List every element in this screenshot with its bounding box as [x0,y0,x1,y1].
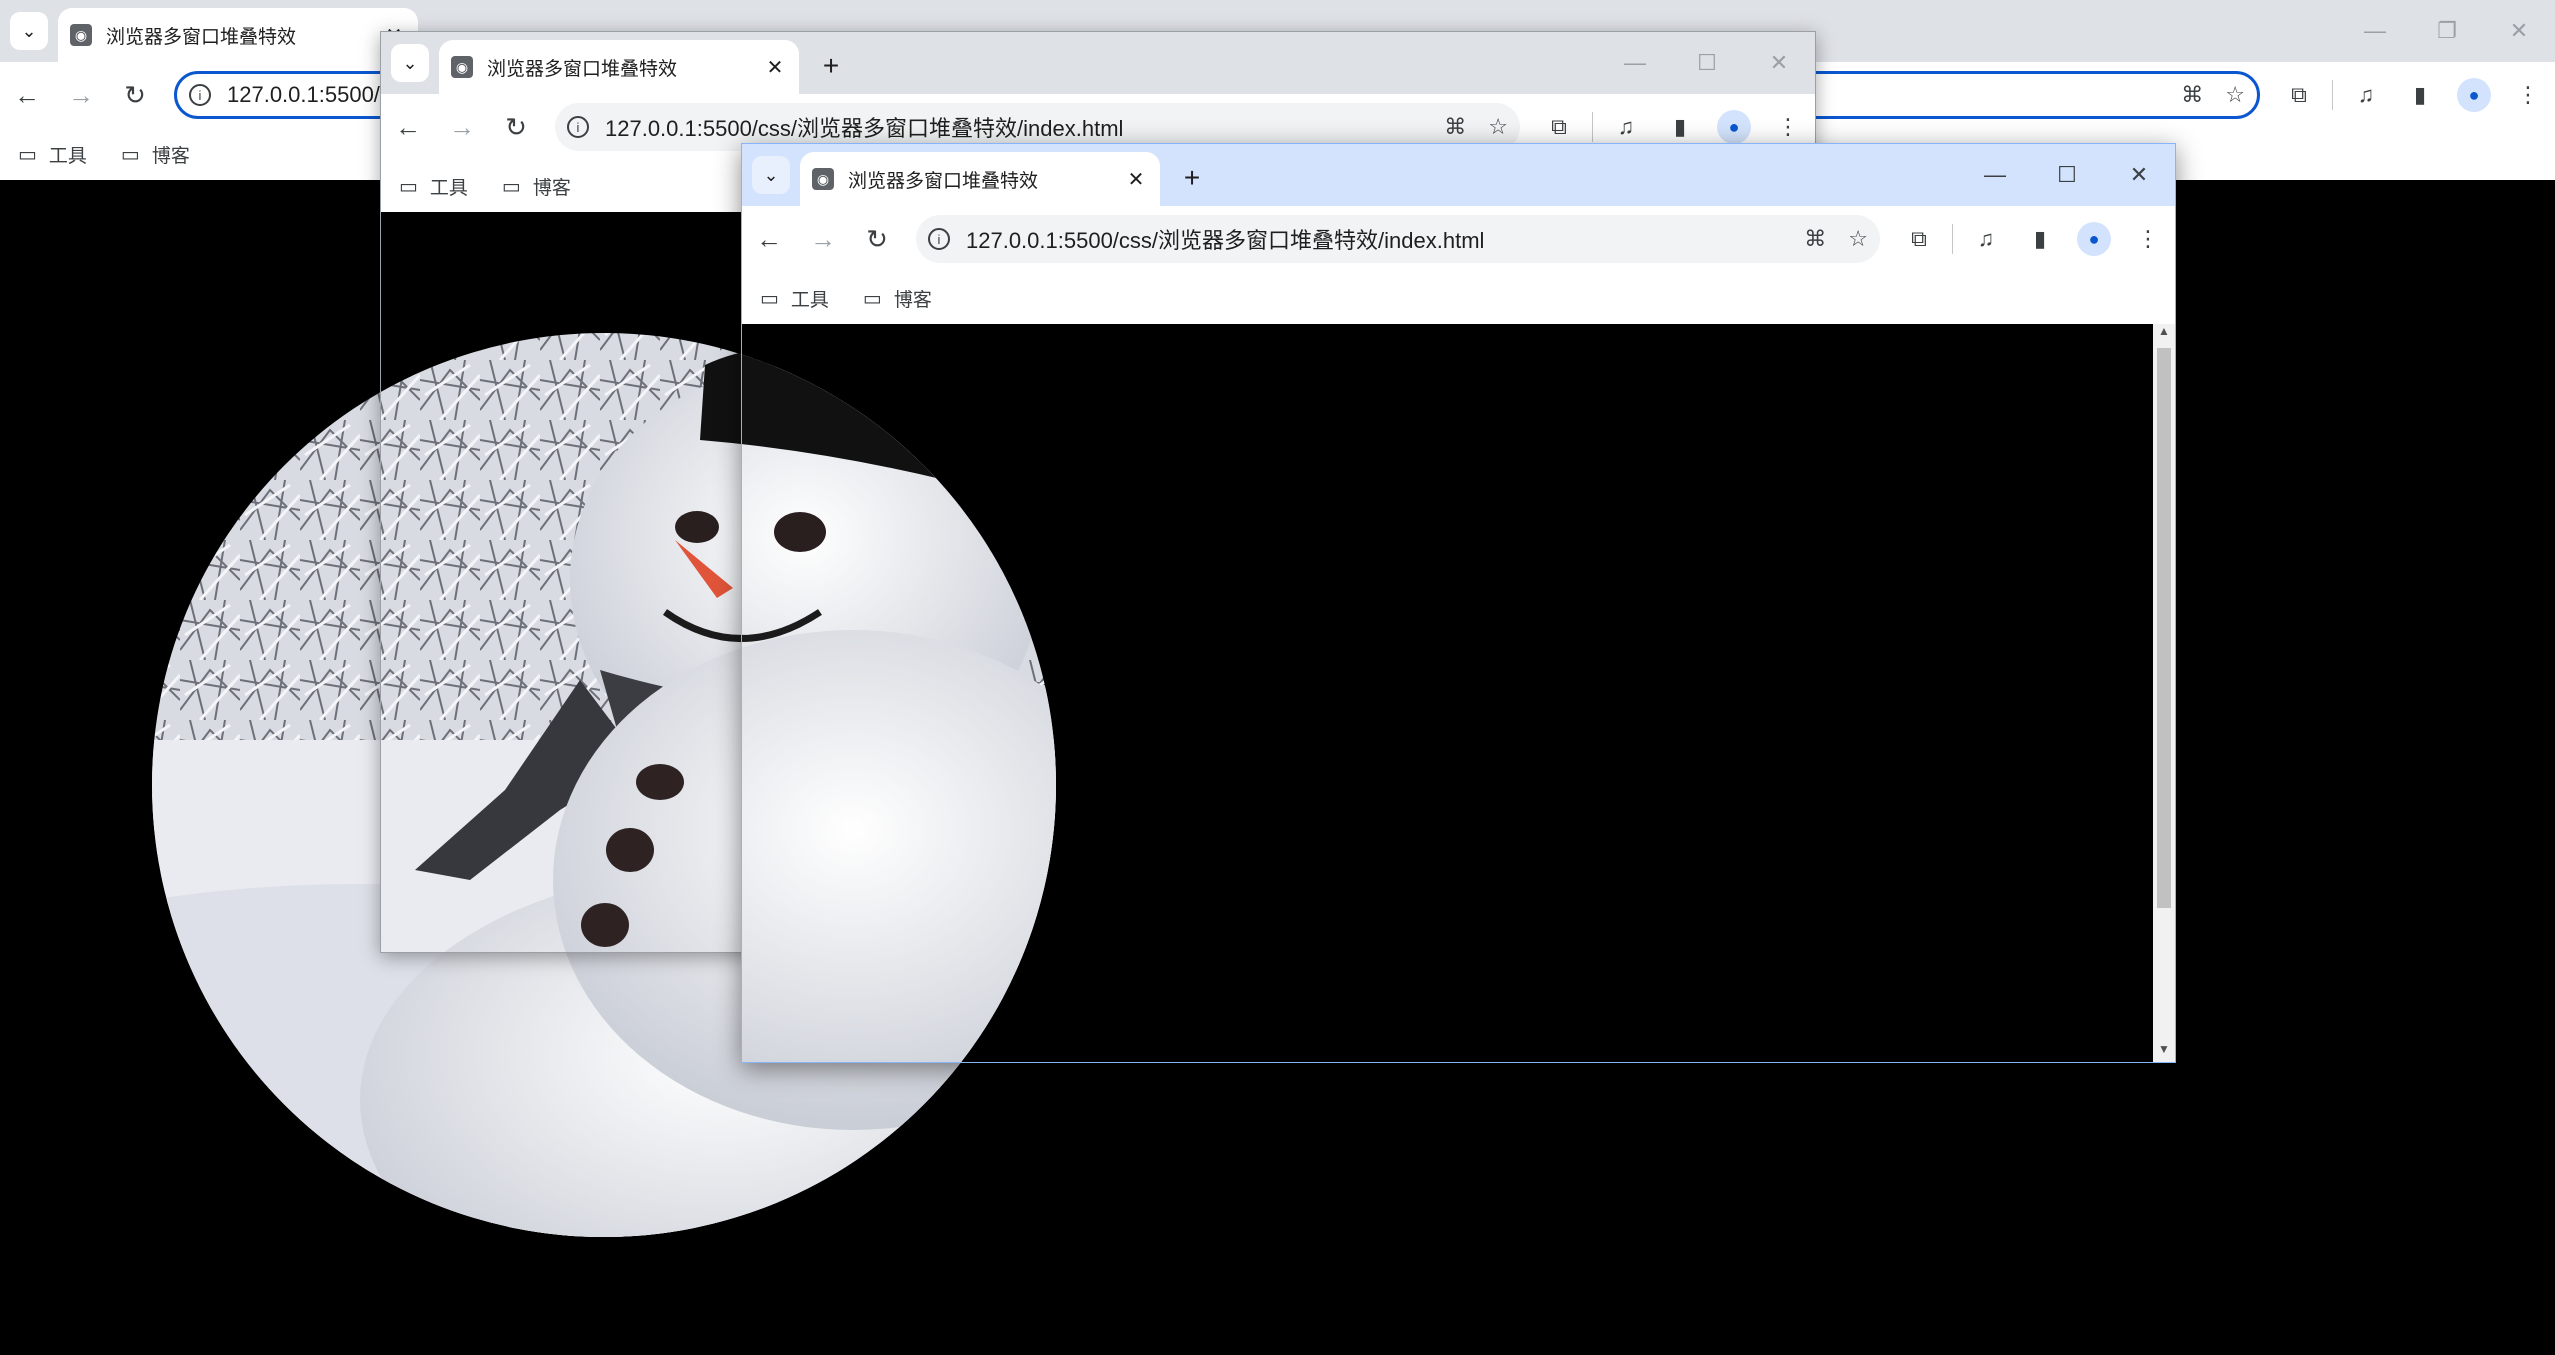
toolbar-divider [1592,112,1593,142]
translate-icon[interactable]: ⌘ [1804,226,1826,252]
tab-active[interactable]: ◉ 浏览器多窗口堆叠特效 ✕ [58,8,418,62]
star-icon[interactable]: ☆ [2225,82,2245,108]
window-controls: — ☐ ✕ [1959,144,2175,206]
bookmark-folder-tools[interactable]: ▭ 工具 [760,285,829,312]
tab-title: 浏览器多窗口堆叠特效 [848,170,1039,192]
bookmark-folder-blog[interactable]: ▭ 博客 [121,141,190,168]
minimize-icon[interactable]: — [2339,0,2411,62]
folder-icon: ▭ [501,175,521,198]
toolbar-divider [2332,80,2333,110]
side-panel-icon[interactable]: ▮ [2013,212,2067,266]
star-icon[interactable]: ☆ [1488,114,1508,140]
chevron-down-icon: ⌄ [21,20,37,41]
profile-icon: ● [2457,78,2491,112]
kebab-menu-icon[interactable]: ⋮ [2121,212,2175,266]
info-icon[interactable]: i [567,116,589,138]
arrow-right-icon[interactable]: → [796,212,850,266]
close-window-icon[interactable]: ✕ [2103,144,2175,206]
scroll-up-arrow-icon[interactable]: ▲ [2153,324,2175,344]
info-icon[interactable]: i [189,84,211,106]
plus-icon: + [1183,162,1201,193]
folder-icon: ▭ [862,287,882,310]
tab-strip: ⌄ ◉ 浏览器多窗口堆叠特效 ✕ + — ☐ ✕ [381,32,1815,94]
chevron-down-icon: ⌄ [402,52,418,73]
folder-icon: ▭ [18,143,37,166]
arrow-left-icon[interactable]: ← [742,212,796,266]
reload-icon[interactable]: ↻ [850,212,904,266]
tab-title: 浏览器多窗口堆叠特效 [487,58,678,80]
arrow-left-icon[interactable]: ← [381,100,435,154]
bookmark-label: 工具 [48,145,87,167]
close-window-icon[interactable]: ✕ [1743,32,1815,94]
minimize-icon[interactable]: — [1599,32,1671,94]
bookmark-label: 博客 [893,289,932,311]
side-panel-icon[interactable]: ▮ [2393,68,2447,122]
tab-search-button[interactable]: ⌄ [10,12,48,50]
puzzle-icon[interactable]: ⧉ [1892,212,1946,266]
translate-icon[interactable]: ⌘ [1444,114,1466,140]
tab-search-button[interactable]: ⌄ [752,156,790,194]
tab-active[interactable]: ◉ 浏览器多窗口堆叠特效 ✕ [800,152,1160,206]
profile-icon: ● [2077,222,2111,256]
maximize-icon[interactable]: ☐ [1671,32,1743,94]
folder-icon: ▭ [120,143,140,166]
bookmarks-bar: ▭ 工具 ▭ 博客 [742,272,2175,324]
toolbar: ← → ↻ i 127.0.0.1:5500/css/浏览器多窗口堆叠特效/in… [742,206,2175,272]
scrollbar-thumb[interactable] [2157,348,2171,908]
reload-icon[interactable]: ↻ [489,100,543,154]
bookmark-label: 博客 [532,177,571,199]
bookmark-label: 工具 [790,289,829,311]
minimize-icon[interactable]: — [1959,144,2031,206]
bookmark-folder-tools[interactable]: ▭ 工具 [399,173,468,200]
snowman-image [742,333,1056,1062]
arrow-right-icon[interactable]: → [435,100,489,154]
restore-icon[interactable]: ❐ [2411,0,2483,62]
media-control-icon[interactable]: ♫ [1959,212,2013,266]
plus-icon: + [822,50,840,81]
puzzle-icon[interactable]: ⧉ [2272,68,2326,122]
chevron-down-icon: ⌄ [763,164,779,185]
translate-icon[interactable]: ⌘ [2181,82,2203,108]
tab-search-button[interactable]: ⌄ [391,44,429,82]
bookmark-folder-blog[interactable]: ▭ 博客 [863,285,932,312]
star-icon[interactable]: ☆ [1848,226,1868,252]
bookmark-label: 博客 [151,145,190,167]
kebab-menu-icon[interactable]: ⋮ [2501,68,2555,122]
tab-active[interactable]: ◉ 浏览器多窗口堆叠特效 ✕ [439,40,799,94]
broadcast-icon: ◉ [451,56,473,78]
tab-title: 浏览器多窗口堆叠特效 [106,26,297,48]
broadcast-icon: ◉ [70,24,92,46]
browser-window-front: ⌄ ◉ 浏览器多窗口堆叠特效 ✕ + — ☐ ✕ ← → ↻ i 127.0.0… [741,143,2176,1063]
tab-strip: ⌄ ◉ 浏览器多窗口堆叠特效 ✕ + — ☐ ✕ [742,144,2175,206]
vertical-scrollbar[interactable]: ▲ ▼ [2153,324,2175,1062]
bookmark-folder-blog[interactable]: ▭ 博客 [502,173,571,200]
close-window-icon[interactable]: ✕ [2483,0,2555,62]
page-viewport [742,324,2153,1062]
info-icon[interactable]: i [928,228,950,250]
window-controls: — ☐ ✕ [1599,32,1815,94]
maximize-icon[interactable]: ☐ [2031,144,2103,206]
address-bar[interactable]: i 127.0.0.1:5500/css/浏览器多窗口堆叠特效/index.ht… [916,215,1880,263]
arrow-left-icon[interactable]: ← [0,68,54,122]
folder-icon: ▭ [399,175,418,198]
close-icon[interactable]: ✕ [763,55,787,80]
profile-icon: ● [1717,110,1751,144]
media-control-icon[interactable]: ♫ [2339,68,2393,122]
close-icon[interactable]: ✕ [1124,167,1148,192]
profile-button[interactable]: ● [2447,68,2501,122]
profile-button[interactable]: ● [2067,212,2121,266]
window-controls: — ❐ ✕ [2339,0,2555,62]
new-tab-button[interactable]: + [813,48,849,84]
new-tab-button[interactable]: + [1174,160,1210,196]
url-text[interactable]: 127.0.0.1:5500/css/浏览器多窗口堆叠特效/index.html [966,223,1782,255]
reload-icon[interactable]: ↻ [108,68,162,122]
folder-icon: ▭ [760,287,779,310]
bookmark-folder-tools[interactable]: ▭ 工具 [18,141,87,168]
scroll-down-arrow-icon[interactable]: ▼ [2153,1042,2175,1062]
bookmark-label: 工具 [429,177,468,199]
toolbar-divider [1952,224,1953,254]
arrow-right-icon[interactable]: → [54,68,108,122]
url-text[interactable]: 127.0.0.1:5500/css/浏览器多窗口堆叠特效/index.html [605,111,1422,143]
broadcast-icon: ◉ [812,168,834,190]
